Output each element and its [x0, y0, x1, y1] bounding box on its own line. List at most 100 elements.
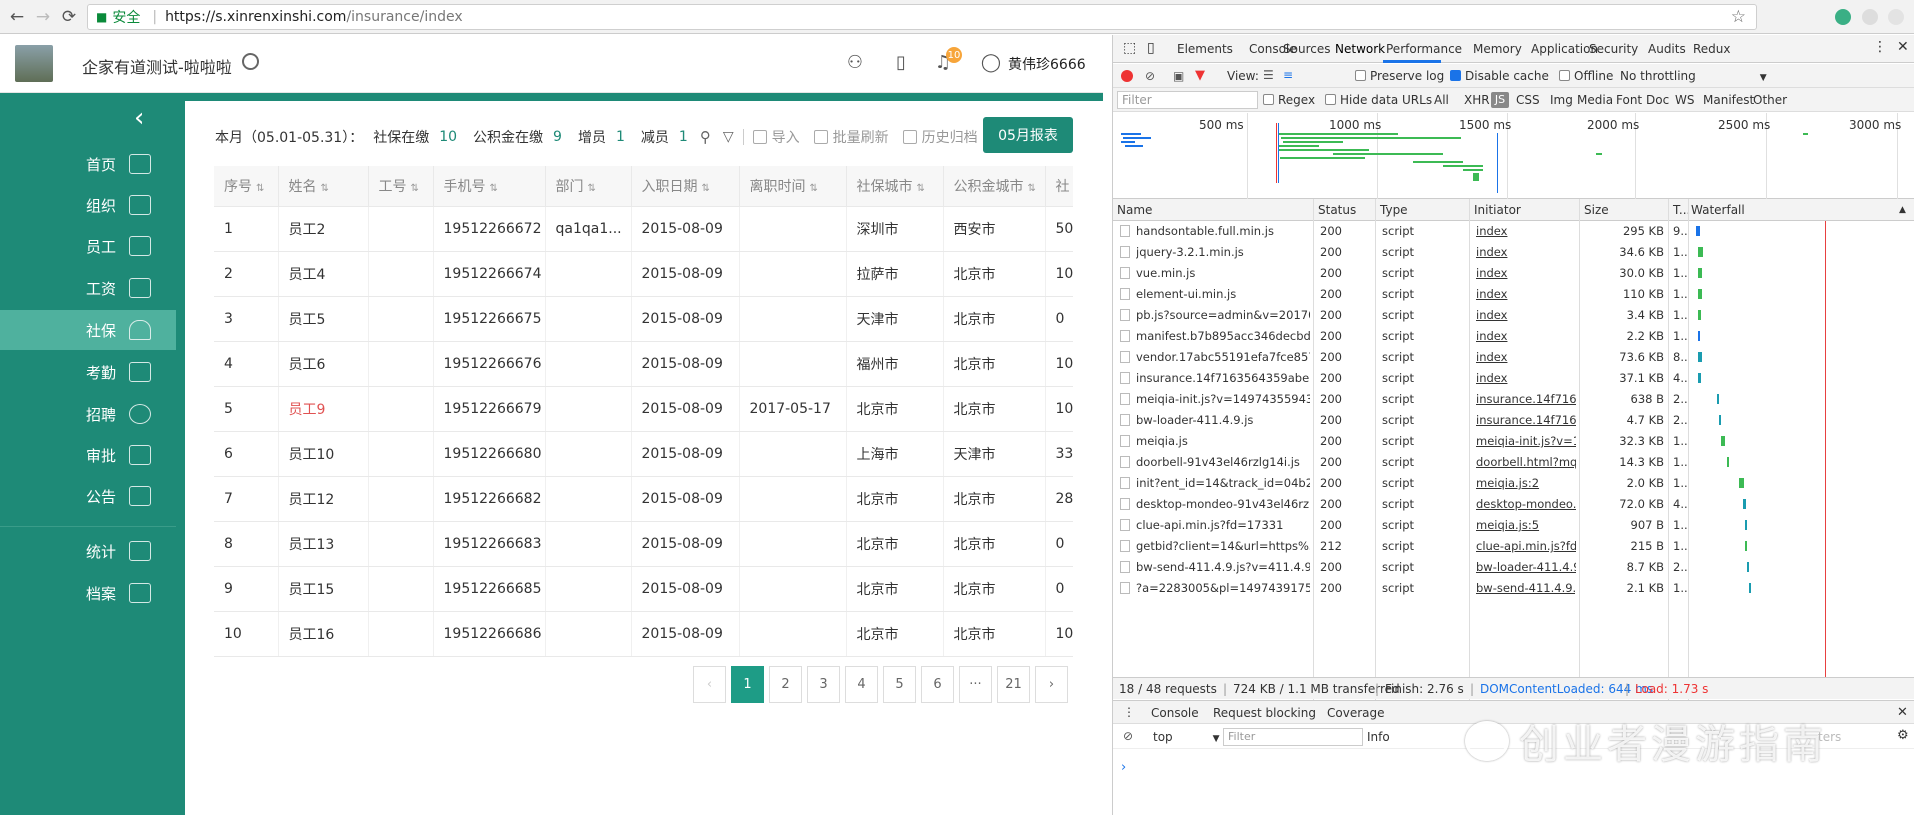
table-row[interactable]: 6 员工10 19512266680 2015-08-09 上海市 天津市 33	[214, 431, 1073, 477]
type-filter[interactable]: WS	[1675, 93, 1694, 107]
console-filter-input[interactable]: Filter	[1223, 728, 1363, 746]
table-cell[interactable]: 员工6	[278, 341, 369, 387]
sidebar-item-home[interactable]: 首页	[0, 144, 176, 184]
large-rows-icon[interactable]: ☰	[1263, 68, 1274, 82]
initiator-link[interactable]: bw-loader-411.4.9.js:1	[1476, 560, 1576, 574]
more-menu-icon[interactable]: ⋮	[1873, 39, 1887, 55]
drawer-tab-console[interactable]: Console	[1151, 706, 1199, 720]
table-row[interactable]: 2 员工4 19512266674 2015-08-09 拉萨市 北京市 10	[214, 251, 1073, 297]
sort-icon[interactable]: ⇅	[588, 183, 596, 194]
table-row[interactable]: 8 员工13 19512266683 2015-08-09 北京市 北京市 0	[214, 521, 1073, 567]
column-header[interactable]: 部门 ⇅	[545, 166, 632, 207]
disable-cache-checkbox[interactable]: Disable cache	[1450, 69, 1549, 83]
history-archive-button[interactable]: 历史归档	[902, 127, 978, 147]
page-button[interactable]: 4	[845, 666, 878, 703]
type-filter[interactable]: JS	[1491, 92, 1509, 108]
network-request-row[interactable]: element-ui.min.js 200 script index 110 KB 1..…	[1113, 284, 1914, 305]
network-request-row[interactable]: bw-send-411.4.9.js?v=411.4.9 200 script bw-…	[1113, 557, 1914, 578]
throttling-select[interactable]: No throttling ▼	[1620, 69, 1767, 83]
preserve-log-checkbox[interactable]: Preserve log	[1355, 69, 1444, 83]
filter-icon[interactable]: ▽	[723, 129, 734, 145]
type-filter[interactable]: Manifest	[1703, 93, 1754, 107]
devtools-tab[interactable]: Performance	[1386, 42, 1462, 56]
initiator-link[interactable]: meiqia.js:5	[1476, 518, 1576, 532]
column-header[interactable]: 姓名 ⇅	[278, 166, 369, 207]
page-button[interactable]: 6	[921, 666, 954, 703]
initiator-link[interactable]: desktop-mondeo.html...	[1476, 497, 1576, 511]
sidebar-item-org[interactable]: 组织	[0, 185, 176, 225]
col-waterfall[interactable]: Waterfall	[1691, 203, 1745, 217]
column-header[interactable]: 工号 ⇅	[368, 166, 434, 207]
devtools-tab[interactable]: Audits	[1648, 42, 1686, 56]
page-button[interactable]: 2	[769, 666, 802, 703]
drawer-menu-icon[interactable]: ⋮	[1123, 705, 1135, 719]
column-header[interactable]: 公积金城市 ⇅	[943, 166, 1046, 207]
network-filter-input[interactable]: Filter	[1117, 91, 1258, 109]
log-levels-select[interactable]: Info	[1367, 730, 1390, 744]
network-request-row[interactable]: doorbell-91v43el46rzlg14i.js 200 script doo…	[1113, 452, 1914, 473]
network-request-row[interactable]: insurance.14f7163564359abebe53.js 200 scri…	[1113, 368, 1914, 389]
type-filter[interactable]: All	[1434, 93, 1449, 107]
sidebar-item-insurance[interactable]: 社保	[0, 310, 176, 350]
back-button[interactable]: ←	[4, 4, 30, 30]
table-cell[interactable]: 员工5	[278, 296, 369, 342]
type-filter[interactable]: XHR	[1464, 93, 1490, 107]
initiator-link[interactable]: index	[1476, 308, 1576, 322]
add-count[interactable]: 1	[616, 129, 625, 145]
type-filter[interactable]: Img	[1550, 93, 1573, 107]
network-request-row[interactable]: ?a=2283005&pl=1497439175665&v=... 200 scri…	[1113, 578, 1914, 599]
sidebar-item-notice[interactable]: 公告	[0, 476, 176, 516]
context-select[interactable]: top ▼	[1153, 730, 1220, 744]
overview-icon[interactable]: ≡	[1283, 68, 1293, 82]
network-request-row[interactable]: clue-api.min.js?fd=17331 200 script meiqia.…	[1113, 515, 1914, 536]
initiator-link[interactable]: index	[1476, 245, 1576, 259]
initiator-link[interactable]: index	[1476, 350, 1576, 364]
initiator-link[interactable]: index	[1476, 329, 1576, 343]
table-cell[interactable]: 员工13	[278, 521, 369, 567]
network-request-row[interactable]: pb.js?source=admin&v=20170614 200 script in…	[1113, 305, 1914, 326]
column-header[interactable]: 手机号 ⇅	[433, 166, 546, 207]
network-request-row[interactable]: meiqia.js 200 script meiqia-init.js?v=1497.…	[1113, 431, 1914, 452]
network-request-row[interactable]: vue.min.js 200 script index 30.0 KB 1...	[1113, 263, 1914, 284]
table-cell[interactable]: 员工10	[278, 431, 369, 477]
camera-icon[interactable]: ▣	[1173, 69, 1184, 83]
type-filter[interactable]: Other	[1753, 93, 1787, 107]
prev-page-button[interactable]: ‹	[693, 666, 726, 703]
reduce-count[interactable]: 1	[679, 129, 688, 145]
initiator-link[interactable]: bw-send-411.4.9.js?v...	[1476, 581, 1576, 595]
table-row[interactable]: 9 员工15 19512266685 2015-08-09 北京市 北京市 0	[214, 566, 1073, 612]
table-row[interactable]: 7 员工12 19512266682 2015-08-09 北京市 北京市 28	[214, 476, 1073, 522]
table-cell[interactable]: 员工16	[278, 611, 369, 657]
devtools-tab[interactable]: Elements	[1177, 42, 1233, 56]
collapse-sidebar-icon[interactable]: ‹	[134, 103, 144, 133]
table-row[interactable]: 10 员工16 19512266686 2015-08-09 北京市 北京市 10	[214, 611, 1073, 657]
sidebar-item-approval[interactable]: 审批	[0, 435, 176, 475]
network-request-row[interactable]: vendor.17abc55191efa7fce857.js 200 script i…	[1113, 347, 1914, 368]
page-button[interactable]: 3	[807, 666, 840, 703]
table-cell[interactable]: 员工15	[278, 566, 369, 612]
table-row[interactable]: 1 员工2 19512266672 qa1qa1... 2015-08-09 深圳市 西安市…	[214, 206, 1073, 252]
column-header[interactable]: 社保城市 ⇅	[846, 166, 944, 207]
bookmark-star-icon[interactable]: ☆	[1731, 7, 1746, 27]
table-cell[interactable]: 员工12	[278, 476, 369, 522]
drawer-tab-request-blocking[interactable]: Request blocking	[1213, 706, 1316, 720]
devtools-tab[interactable]: Memory	[1473, 42, 1522, 56]
page-button[interactable]: 5	[883, 666, 916, 703]
sort-icon[interactable]: ⇅	[702, 183, 710, 194]
sort-icon[interactable]: ⇅	[490, 183, 498, 194]
col-size[interactable]: Size	[1584, 203, 1609, 217]
sidebar-item-attendance[interactable]: 考勤	[0, 352, 176, 392]
person-yen-icon[interactable]: ⚇	[844, 51, 866, 73]
reload-button[interactable]: ⟳	[56, 4, 82, 30]
sidebar-item-stats[interactable]: 统计	[0, 531, 176, 571]
initiator-link[interactable]: insurance.14f7163....js:1	[1476, 392, 1576, 406]
batch-refresh-button[interactable]: 批量刷新	[813, 127, 889, 147]
col-initiator[interactable]: Initiator	[1474, 203, 1521, 217]
initiator-link[interactable]: meiqia-init.js?v=1497...	[1476, 434, 1576, 448]
sidebar-item-employees[interactable]: 员工	[0, 226, 176, 266]
clear-icon[interactable]: ⊘	[1145, 69, 1155, 83]
table-row[interactable]: 4 员工6 19512266676 2015-08-09 福州市 北京市 10	[214, 341, 1073, 387]
sort-icon[interactable]: ⇅	[810, 183, 818, 194]
offline-checkbox[interactable]: Offline	[1559, 69, 1613, 83]
devtools-tab[interactable]: Redux	[1693, 42, 1731, 56]
